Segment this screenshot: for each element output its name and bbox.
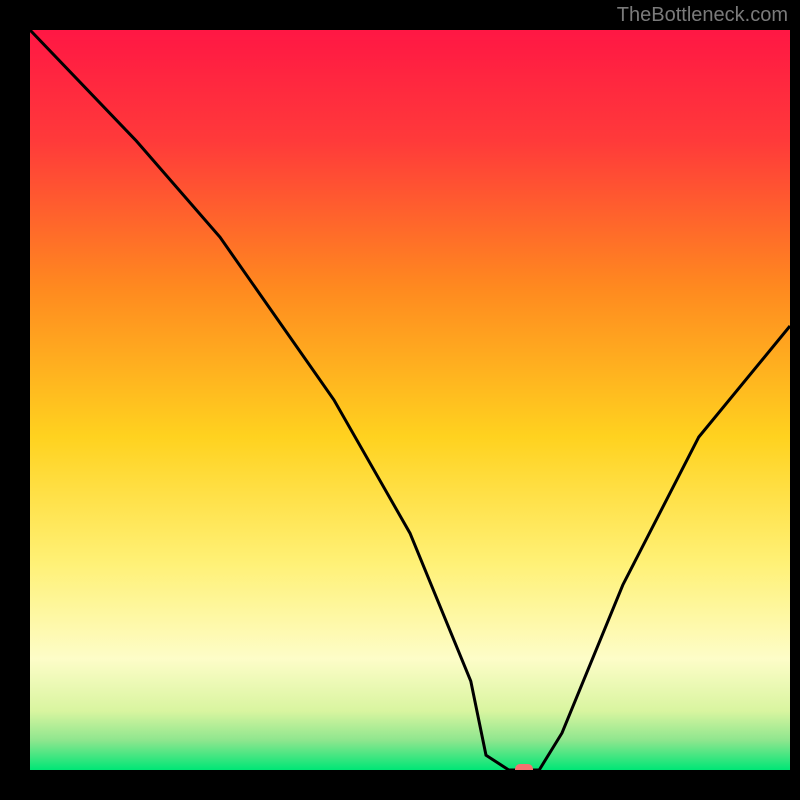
- chart-background: [30, 30, 790, 770]
- watermark-text: TheBottleneck.com: [617, 4, 788, 27]
- optimal-marker: [515, 764, 533, 770]
- chart-plot-area: [30, 30, 790, 770]
- chart-svg: [30, 30, 790, 770]
